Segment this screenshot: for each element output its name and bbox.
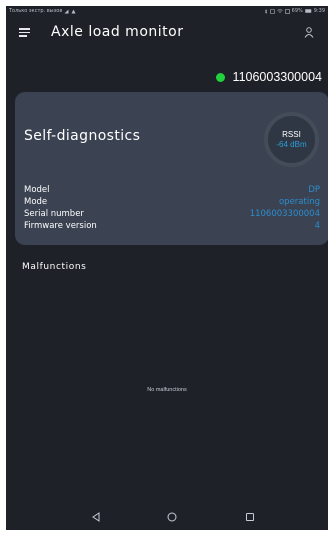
malfunctions-title: Malfunctions: [22, 262, 87, 272]
bluetooth-icon: [264, 8, 267, 14]
cell-signal-icon: [284, 8, 290, 14]
home-circle-icon[interactable]: [166, 511, 178, 523]
info-row-firmware: Firmware version 4: [24, 220, 320, 232]
clock: 9:39: [313, 8, 325, 14]
system-nav-bar: [6, 504, 328, 530]
app-title: Axle load monitor: [51, 24, 184, 40]
device-status-row[interactable]: 1106003300004: [215, 70, 322, 84]
wifi-icon: [276, 8, 283, 13]
info-row-serial: Serial number 1106003300004: [24, 208, 320, 220]
diagnostics-info: Model DP Mode operating Serial number 11…: [24, 184, 320, 232]
battery-percent: 69%: [291, 8, 303, 14]
carrier-text: Только экстр. вызов: [9, 8, 63, 14]
warning-icon: [71, 9, 76, 13]
card-title: Self-diagnostics: [24, 128, 141, 144]
app-bar: Axle load monitor: [6, 20, 328, 46]
online-status-icon: [215, 72, 225, 82]
mode-label: Mode: [24, 197, 48, 207]
model-value: DP: [308, 185, 320, 195]
battery-icon: [305, 9, 312, 13]
rssi-gauge: RSSI -64 dBm: [264, 112, 319, 167]
no-malfunctions-text: No malfunctions: [147, 387, 187, 393]
model-label: Model: [24, 185, 50, 195]
info-row-model: Model DP: [24, 184, 320, 196]
firmware-value: 4: [314, 221, 320, 231]
firmware-label: Firmware version: [24, 221, 97, 231]
rssi-label: RSSI: [282, 130, 301, 139]
recents-square-icon[interactable]: [244, 511, 256, 523]
serial-value: 1106003300004: [249, 209, 320, 219]
mode-value: operating: [278, 197, 320, 207]
nfc-icon: [269, 8, 275, 14]
status-right: 69% 9:39: [264, 8, 325, 14]
user-icon[interactable]: [304, 27, 314, 38]
signal-icon: [64, 9, 69, 13]
status-bar: Только экстр. вызов 69% 9:39: [6, 6, 328, 16]
hamburger-icon[interactable]: [19, 28, 30, 37]
serial-label: Serial number: [24, 209, 84, 219]
self-diagnostics-card: Self-diagnostics RSSI -64 dBm Model DP M…: [15, 92, 328, 245]
info-row-mode: Mode operating: [24, 196, 320, 208]
rssi-value: -64 dBm: [276, 140, 307, 149]
back-triangle-icon[interactable]: [90, 511, 102, 523]
device-id: 1106003300004: [232, 70, 322, 84]
status-left: Только экстр. вызов: [9, 8, 76, 14]
phone-screen: Только экстр. вызов 69% 9:39 Axle load m…: [6, 6, 328, 530]
